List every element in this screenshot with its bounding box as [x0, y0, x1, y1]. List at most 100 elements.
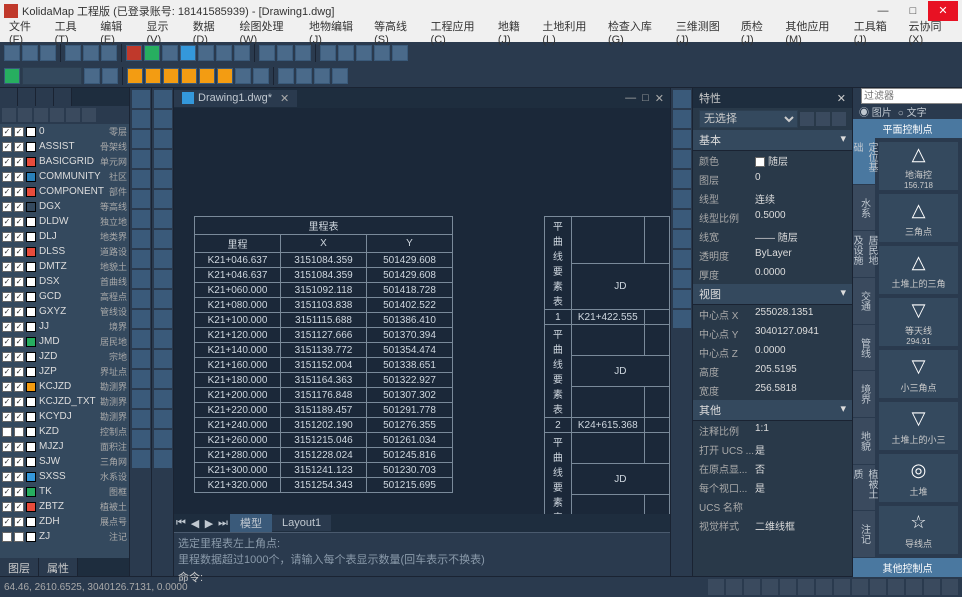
- symbol-item[interactable]: ▽土堆上的小三: [879, 402, 958, 450]
- layer-checkbox[interactable]: ✓: [2, 442, 12, 452]
- category-tab[interactable]: 水系: [853, 185, 875, 232]
- symbol-item[interactable]: △三角点: [879, 194, 958, 242]
- osnap-icon[interactable]: [780, 579, 796, 595]
- layer-ctrl-icon[interactable]: [50, 108, 64, 122]
- document-tab[interactable]: Drawing1.dwg* ✕: [174, 90, 297, 107]
- layer-swatch-icon[interactable]: [26, 127, 36, 137]
- view-icon[interactable]: [673, 210, 691, 228]
- layer-checkbox[interactable]: ✓: [14, 517, 24, 527]
- layer-row[interactable]: ✓✓KCYDJ勘测界: [0, 409, 129, 424]
- layer-checkbox[interactable]: ✓: [14, 337, 24, 347]
- save-icon[interactable]: [40, 45, 56, 61]
- cut-icon[interactable]: [65, 45, 81, 61]
- tool-icon[interactable]: [278, 68, 294, 84]
- status-icon[interactable]: [888, 579, 904, 595]
- layer-row[interactable]: ✓✓SJW三角网: [0, 454, 129, 469]
- lp-tab[interactable]: [54, 88, 72, 106]
- layer-checkbox[interactable]: ✓: [2, 202, 12, 212]
- radio-text[interactable]: ○ 文字: [898, 104, 927, 119]
- ortho-icon[interactable]: [744, 579, 760, 595]
- layer-row[interactable]: ZJ注记: [0, 529, 129, 544]
- layer-checkbox[interactable]: ✓: [2, 352, 12, 362]
- props-group-view[interactable]: 视图▾: [693, 284, 852, 305]
- tool-icon[interactable]: [332, 68, 348, 84]
- ellipse-icon[interactable]: [132, 190, 150, 208]
- layer-checkbox[interactable]: ✓: [2, 232, 12, 242]
- tool-icon[interactable]: [154, 370, 172, 388]
- layer-checkbox[interactable]: ✓: [2, 127, 12, 137]
- layer-row[interactable]: ✓✓JJ境界: [0, 319, 129, 334]
- tab-first-icon[interactable]: ⏮: [174, 517, 188, 530]
- layer-checkbox[interactable]: ✓: [2, 472, 12, 482]
- status-icon[interactable]: [942, 579, 958, 595]
- layer-row[interactable]: ✓✓DGX等高线: [0, 199, 129, 214]
- tool-icon[interactable]: [235, 68, 251, 84]
- text-icon[interactable]: [132, 230, 150, 248]
- category-tab[interactable]: 居民地及设施: [853, 231, 875, 278]
- tool-icon[interactable]: [356, 45, 372, 61]
- layer-row[interactable]: ✓✓MJZJ面积注: [0, 439, 129, 454]
- layer-checkbox[interactable]: ✓: [2, 307, 12, 317]
- tool-icon[interactable]: [126, 45, 142, 61]
- layer-checkbox[interactable]: ✓: [2, 517, 12, 527]
- new-icon[interactable]: [4, 45, 20, 61]
- layer-checkbox[interactable]: ✓: [2, 367, 12, 377]
- layer-swatch-icon[interactable]: [26, 517, 36, 527]
- layer-swatch-icon[interactable]: [26, 217, 36, 227]
- layer-swatch-icon[interactable]: [26, 487, 36, 497]
- status-icon[interactable]: [852, 579, 868, 595]
- layer-checkbox[interactable]: ✓: [14, 487, 24, 497]
- tool-icon[interactable]: [132, 450, 150, 468]
- layer-checkbox[interactable]: ✓: [14, 127, 24, 137]
- section-footer[interactable]: 其他控制点: [853, 558, 962, 577]
- symbol-item[interactable]: ☆导线点: [879, 506, 958, 554]
- layer-checkbox[interactable]: ✓: [14, 412, 24, 422]
- props-btn-icon[interactable]: [832, 112, 846, 126]
- break-icon[interactable]: [154, 290, 172, 308]
- scale-icon[interactable]: [154, 150, 172, 168]
- props-selection-dropdown[interactable]: 无选择: [699, 110, 798, 128]
- tool-icon[interactable]: [198, 45, 214, 61]
- rotate-icon[interactable]: [154, 130, 172, 148]
- layer-checkbox[interactable]: [14, 532, 24, 542]
- tool-icon[interactable]: [144, 45, 160, 61]
- layer-row[interactable]: ✓✓ASSIST骨架线: [0, 139, 129, 154]
- tool-icon[interactable]: [102, 68, 118, 84]
- category-tab[interactable]: 植被土质: [853, 465, 875, 512]
- block-icon[interactable]: [132, 290, 150, 308]
- tool-icon[interactable]: [181, 68, 197, 84]
- layer-checkbox[interactable]: ✓: [14, 247, 24, 257]
- layer-row[interactable]: ✓✓ZBTZ植被土: [0, 499, 129, 514]
- layer-swatch-icon[interactable]: [26, 292, 36, 302]
- tool-icon[interactable]: [127, 68, 143, 84]
- mirror-icon[interactable]: [154, 170, 172, 188]
- polar-icon[interactable]: [762, 579, 778, 595]
- layer-swatch-icon[interactable]: [26, 322, 36, 332]
- layer-row[interactable]: KZD控制点: [0, 424, 129, 439]
- layer-row[interactable]: ✓✓JZD宗地: [0, 349, 129, 364]
- view-icon[interactable]: [673, 250, 691, 268]
- tool-icon[interactable]: [132, 390, 150, 408]
- layer-checkbox[interactable]: ✓: [14, 307, 24, 317]
- snap-icon[interactable]: [708, 579, 724, 595]
- tool-icon[interactable]: [217, 68, 233, 84]
- layer-ctrl-icon[interactable]: [18, 108, 32, 122]
- layer-row[interactable]: ✓✓BASICGRID单元网: [0, 154, 129, 169]
- layer-checkbox[interactable]: [14, 427, 24, 437]
- orbit-icon[interactable]: [673, 90, 691, 108]
- category-tab[interactable]: 注记: [853, 511, 875, 558]
- tool-icon[interactable]: [320, 45, 336, 61]
- layer-swatch-icon[interactable]: [26, 382, 36, 392]
- point-icon[interactable]: [132, 270, 150, 288]
- layer-checkbox[interactable]: ✓: [2, 292, 12, 302]
- view-icon[interactable]: [673, 230, 691, 248]
- layer-checkbox[interactable]: ✓: [2, 502, 12, 512]
- tool-icon[interactable]: [154, 450, 172, 468]
- symbol-list[interactable]: △地海控156.718△三角点△土堆上的三角▽等天线294.91▽小三角点▽土堆…: [875, 138, 962, 558]
- layer-row[interactable]: ✓✓GCD高程点: [0, 289, 129, 304]
- tool-icon[interactable]: [180, 45, 196, 61]
- layer-checkbox[interactable]: ✓: [2, 277, 12, 287]
- tool-icon[interactable]: [374, 45, 390, 61]
- layer-checkbox[interactable]: ✓: [2, 217, 12, 227]
- layer-row[interactable]: ✓✓0零层: [0, 124, 129, 139]
